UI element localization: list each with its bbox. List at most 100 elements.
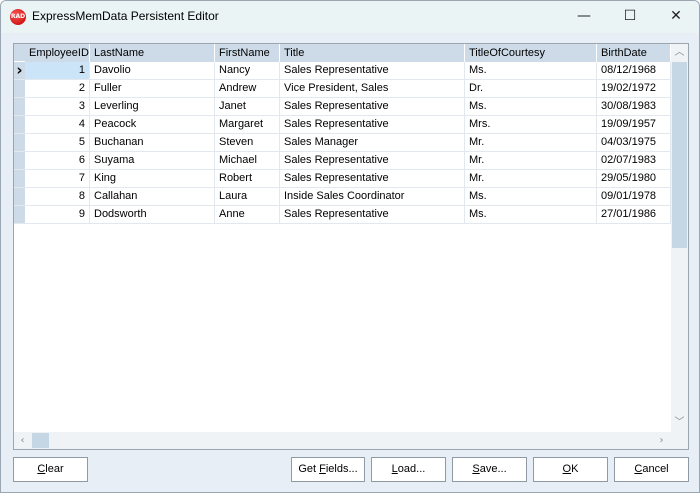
table-row[interactable]: 5 Buchanan Steven Sales Manager Mr. 04/03/197… [14,134,671,152]
cell-last-name[interactable]: Buchanan [90,134,215,151]
label: Get [298,463,320,475]
cell-title-of-courtesy[interactable]: Mr. [465,134,597,151]
cell-birth-date[interactable]: 08/12/1968 [597,62,671,79]
cell-last-name[interactable]: Davolio [90,62,215,79]
cell-title-of-courtesy[interactable]: Ms. [465,98,597,115]
table-row[interactable]: 3 Leverling Janet Sales Representative Ms. 30… [14,98,671,116]
cell-title[interactable]: Sales Representative [280,62,465,79]
cell-title[interactable]: Sales Representative [280,170,465,187]
accelerator: F [319,463,326,475]
label: ields... [325,463,358,475]
cell-first-name[interactable]: Margaret [215,116,280,133]
cell-title[interactable]: Vice President, Sales [280,80,465,97]
cell-title-of-courtesy[interactable]: Ms. [465,188,597,205]
accelerator: S [472,463,480,475]
scroll-up-icon[interactable]: ︿ [671,44,688,61]
horizontal-scroll-thumb[interactable] [32,433,49,448]
cell-birth-date[interactable]: 04/03/1975 [597,134,671,151]
cell-title-of-courtesy[interactable]: Mr. [465,170,597,187]
cell-employee-id[interactable]: 7 [25,170,90,187]
cell-first-name[interactable]: Robert [215,170,280,187]
cell-first-name[interactable]: Laura [215,188,280,205]
cell-last-name[interactable]: Peacock [90,116,215,133]
ok-button[interactable]: OK [533,457,608,482]
table-row[interactable]: 1 Davolio Nancy Sales Representative Ms. 08/1… [14,62,671,80]
cell-birth-date[interactable]: 27/01/1986 [597,206,671,223]
cell-title[interactable]: Sales Representative [280,152,465,169]
cell-title-of-courtesy[interactable]: Ms. [465,62,597,79]
vertical-scroll-thumb[interactable] [672,62,687,248]
load-button[interactable]: Load... [371,457,446,482]
vertical-scrollbar[interactable]: ︿ ﹀ [671,44,688,432]
scroll-left-icon[interactable]: ‹ [14,432,31,449]
cell-employee-id[interactable]: 4 [25,116,90,133]
label: K [571,463,579,475]
cell-employee-id[interactable]: 1 [25,62,90,79]
cell-title[interactable]: Sales Representative [280,98,465,115]
cell-employee-id[interactable]: 8 [25,188,90,205]
cancel-button[interactable]: Cancel [614,457,689,482]
cell-last-name[interactable]: Dodsworth [90,206,215,223]
cell-first-name[interactable]: Andrew [215,80,280,97]
table-row[interactable]: 2 Fuller Andrew Vice President, Sales Dr. 19/… [14,80,671,98]
column-header-title-of-courtesy[interactable]: TitleOfCourtesy [465,44,597,62]
clear-button[interactable]: Clear [13,457,88,482]
column-header-employee-id[interactable]: EmployeeID [25,44,90,62]
cell-birth-date[interactable]: 19/02/1972 [597,80,671,97]
cell-title[interactable]: Sales Manager [280,134,465,151]
table-row[interactable]: 7 King Robert Sales Representative Mr. 29/05/… [14,170,671,188]
cell-birth-date[interactable]: 02/07/1983 [597,152,671,169]
cell-first-name[interactable]: Anne [215,206,280,223]
cell-title[interactable]: Sales Representative [280,116,465,133]
cell-title-of-courtesy[interactable]: Mr. [465,152,597,169]
cell-last-name[interactable]: Callahan [90,188,215,205]
table-row[interactable]: 9 Dodsworth Anne Sales Representative Ms. 27/… [14,206,671,224]
cell-title-of-courtesy[interactable]: Mrs. [465,116,597,133]
column-header-title[interactable]: Title [280,44,465,62]
cell-title-of-courtesy[interactable]: Dr. [465,80,597,97]
horizontal-scrollbar[interactable]: ‹ › [14,432,688,449]
cell-last-name[interactable]: Leverling [90,98,215,115]
label: lear [45,463,64,475]
column-header-last-name[interactable]: LastName [90,44,215,62]
maximize-button[interactable]: ☐ [607,1,653,33]
label: ave... [479,463,507,475]
cell-employee-id[interactable]: 2 [25,80,90,97]
data-grid[interactable]: EmployeeID LastName FirstName Title TitleOfC… [13,43,689,450]
window-title: ExpressMemData Persistent Editor [32,9,219,23]
cell-first-name[interactable]: Michael [215,152,280,169]
table-row[interactable]: 6 Suyama Michael Sales Representative Mr. 02/… [14,152,671,170]
cell-birth-date[interactable]: 29/05/1980 [597,170,671,187]
minimize-button[interactable]: — [561,1,607,33]
column-header-birth-date[interactable]: BirthDate [597,44,671,62]
header-indicator [14,44,25,62]
scroll-right-icon[interactable]: › [653,432,670,449]
scroll-down-icon[interactable]: ﹀ [671,414,688,431]
column-header-first-name[interactable]: FirstName [215,44,280,62]
label: oad... [397,463,426,475]
cell-title[interactable]: Sales Representative [280,206,465,223]
cell-employee-id[interactable]: 9 [25,206,90,223]
cell-first-name[interactable]: Nancy [215,62,280,79]
cell-first-name[interactable]: Janet [215,98,280,115]
grid-header: EmployeeID LastName FirstName Title TitleOfC… [14,44,671,62]
cell-title-of-courtesy[interactable]: Ms. [465,206,597,223]
cell-employee-id[interactable]: 5 [25,134,90,151]
editor-window: RAD ExpressMemData Persistent Editor — ☐… [0,0,700,493]
table-row[interactable]: 8 Callahan Laura Inside Sales Coordinator Ms… [14,188,671,206]
cell-last-name[interactable]: Fuller [90,80,215,97]
cell-birth-date[interactable]: 19/09/1957 [597,116,671,133]
get-fields-button[interactable]: Get Fields... [291,457,365,482]
cell-title[interactable]: Inside Sales Coordinator [280,188,465,205]
cell-birth-date[interactable]: 09/01/1978 [597,188,671,205]
cell-employee-id[interactable]: 6 [25,152,90,169]
save-button[interactable]: Save... [452,457,527,482]
cell-employee-id[interactable]: 3 [25,98,90,115]
table-row[interactable]: 4 Peacock Margaret Sales Representative Mrs.… [14,116,671,134]
rad-app-icon: RAD [10,9,26,25]
cell-last-name[interactable]: Suyama [90,152,215,169]
cell-birth-date[interactable]: 30/08/1983 [597,98,671,115]
cell-last-name[interactable]: King [90,170,215,187]
cell-first-name[interactable]: Steven [215,134,280,151]
close-button[interactable]: ✕ [653,1,699,33]
